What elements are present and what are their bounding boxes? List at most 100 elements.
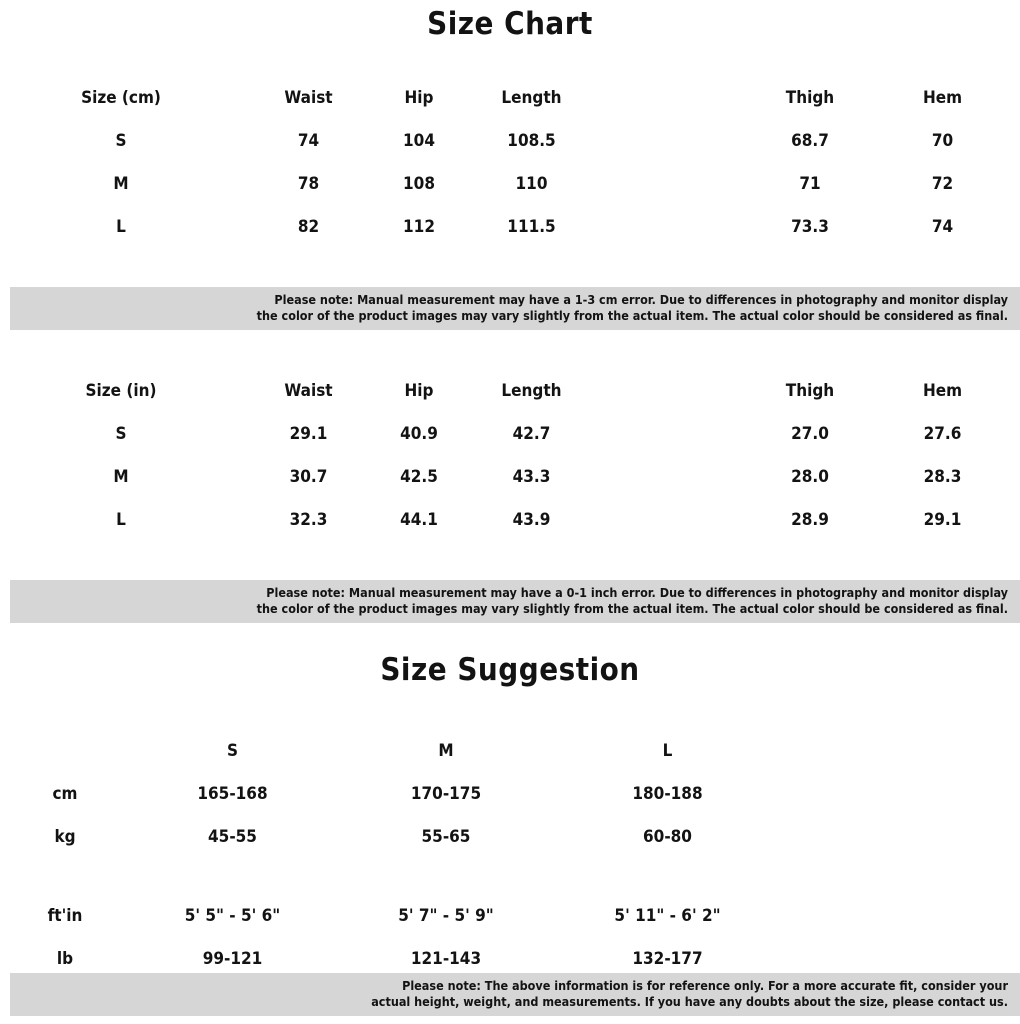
column-header-thigh: Thigh bbox=[785, 380, 835, 401]
cell-hem: 74 bbox=[931, 216, 954, 237]
cell-spacer bbox=[600, 162, 755, 205]
page-title-size-chart: Size Chart bbox=[427, 6, 593, 42]
cell-spacer bbox=[600, 119, 755, 162]
cell-s: 5' 5" - 5' 6" bbox=[184, 905, 281, 926]
cell-hem: 72 bbox=[931, 173, 954, 194]
table-header-row: Size (cm) Waist Hip Length Thigh Hem bbox=[0, 76, 1020, 119]
cell-size: S bbox=[115, 130, 127, 151]
table-row: kg 45-55 55-65 60-80 bbox=[0, 815, 1020, 858]
column-header-thigh: Thigh bbox=[785, 87, 835, 108]
cell-length: 111.5 bbox=[507, 216, 556, 237]
column-spacer bbox=[778, 729, 1020, 772]
page-title-size-suggestion: Size Suggestion bbox=[380, 652, 640, 688]
cell-l: 60-80 bbox=[643, 826, 692, 847]
cell-spacer bbox=[600, 412, 755, 455]
cell-length: 43.9 bbox=[512, 509, 551, 530]
column-header-length: Length bbox=[501, 87, 562, 108]
cell-length: 108.5 bbox=[507, 130, 556, 151]
table-row: S 29.1 40.9 42.7 27.0 27.6 bbox=[0, 412, 1020, 455]
cell-size: S bbox=[115, 423, 127, 444]
cell-spacer bbox=[600, 205, 755, 248]
cell-hip: 104 bbox=[403, 130, 435, 151]
cell-size: M bbox=[113, 466, 129, 487]
cell-spacer bbox=[130, 858, 335, 894]
note-line-2: actual height, weight, and measurements.… bbox=[371, 994, 1008, 1009]
cell-thigh: 71 bbox=[799, 173, 821, 194]
cell-thigh: 68.7 bbox=[791, 130, 829, 151]
column-header-blank bbox=[0, 729, 130, 772]
cell-length: 43.3 bbox=[512, 466, 551, 487]
cell-m: 5' 7" - 5' 9" bbox=[398, 905, 494, 926]
cell-size: L bbox=[116, 509, 126, 530]
row-label-ftin: ft'in bbox=[47, 905, 83, 926]
column-header-waist: Waist bbox=[284, 380, 333, 401]
cell-hip: 42.5 bbox=[400, 466, 438, 487]
note-line-2: the color of the product images may vary… bbox=[256, 601, 1008, 616]
cell-spacer bbox=[0, 858, 130, 894]
table-header-row: S M L bbox=[0, 729, 1020, 772]
note-banner-cm: Please note: Manual measurement may have… bbox=[10, 287, 1020, 330]
table-row: M 30.7 42.5 43.3 28.0 28.3 bbox=[0, 455, 1020, 498]
column-header-hem: Hem bbox=[922, 380, 963, 401]
cell-size: L bbox=[116, 216, 126, 237]
cell-hem: 28.3 bbox=[923, 466, 962, 487]
column-header-hem: Hem bbox=[922, 87, 963, 108]
cell-spacer bbox=[778, 858, 1020, 894]
table-row: cm 165-168 170-175 180-188 bbox=[0, 772, 1020, 815]
column-header-size: Size (cm) bbox=[81, 87, 161, 108]
column-header-size: Size (in) bbox=[85, 380, 157, 401]
cell-hem: 70 bbox=[931, 130, 954, 151]
cell-length: 110 bbox=[515, 173, 548, 194]
note-line-2: the color of the product images may vary… bbox=[256, 308, 1008, 323]
column-header-m: M bbox=[438, 740, 454, 761]
cell-hip: 44.1 bbox=[400, 509, 438, 530]
cell-hem: 27.6 bbox=[923, 423, 962, 444]
row-label-kg: kg bbox=[54, 826, 76, 847]
table-header-row: Size (in) Waist Hip Length Thigh Hem bbox=[0, 369, 1020, 412]
cell-waist: 82 bbox=[297, 216, 320, 237]
column-header-s: S bbox=[226, 740, 238, 761]
cell-thigh: 28.0 bbox=[791, 466, 829, 487]
cell-waist: 32.3 bbox=[289, 509, 328, 530]
note-line-1: Please note: The above information is fo… bbox=[402, 978, 1008, 993]
cell-waist: 74 bbox=[297, 130, 320, 151]
cell-length: 42.7 bbox=[512, 423, 551, 444]
cell-spacer bbox=[600, 455, 755, 498]
cell-spacer bbox=[778, 772, 1020, 815]
cell-m: 170-175 bbox=[410, 783, 482, 804]
cell-thigh: 27.0 bbox=[791, 423, 829, 444]
row-label-cm: cm bbox=[52, 783, 78, 804]
table-row: L 82 112 111.5 73.3 74 bbox=[0, 205, 1020, 248]
column-header-hip: Hip bbox=[404, 380, 434, 401]
table-spacer-row bbox=[0, 858, 1020, 894]
cell-spacer bbox=[335, 858, 557, 894]
note-line-1: Please note: Manual measurement may have… bbox=[274, 292, 1008, 307]
cell-hem: 29.1 bbox=[923, 509, 962, 530]
table-row: ft'in 5' 5" - 5' 6" 5' 7" - 5' 9" 5' 11"… bbox=[0, 894, 1020, 937]
cell-hip: 40.9 bbox=[400, 423, 438, 444]
cell-l: 180-188 bbox=[632, 783, 703, 804]
column-header-hip: Hip bbox=[404, 87, 434, 108]
measurements-table-in: Size (in) Waist Hip Length Thigh Hem S 2… bbox=[0, 369, 1020, 541]
note-line-1: Please note: Manual measurement may have… bbox=[266, 585, 1008, 600]
cell-l: 5' 11" - 6' 2" bbox=[614, 905, 721, 926]
column-spacer bbox=[600, 76, 755, 119]
column-spacer bbox=[600, 369, 755, 412]
cell-s: 165-168 bbox=[197, 783, 268, 804]
cell-s: 45-55 bbox=[208, 826, 257, 847]
note-banner-in: Please note: Manual measurement may have… bbox=[10, 580, 1020, 623]
table-row: L 32.3 44.1 43.9 28.9 29.1 bbox=[0, 498, 1020, 541]
cell-spacer bbox=[778, 894, 1020, 937]
cell-spacer bbox=[778, 815, 1020, 858]
column-header-length: Length bbox=[501, 380, 562, 401]
cell-thigh: 28.9 bbox=[791, 509, 829, 530]
column-header-waist: Waist bbox=[284, 87, 333, 108]
cell-m: 55-65 bbox=[421, 826, 471, 847]
size-suggestion-table: S M L cm 165-168 170-175 180-188 kg 45-5… bbox=[0, 729, 1020, 980]
size-chart-page: Size Chart Size (cm) Waist Hip Length Th… bbox=[0, 0, 1020, 1024]
table-row: S 74 104 108.5 68.7 70 bbox=[0, 119, 1020, 162]
cell-hip: 108 bbox=[403, 173, 435, 194]
cell-waist: 29.1 bbox=[289, 423, 328, 444]
note-banner-reference: Please note: The above information is fo… bbox=[10, 973, 1020, 1016]
cell-spacer bbox=[557, 858, 778, 894]
